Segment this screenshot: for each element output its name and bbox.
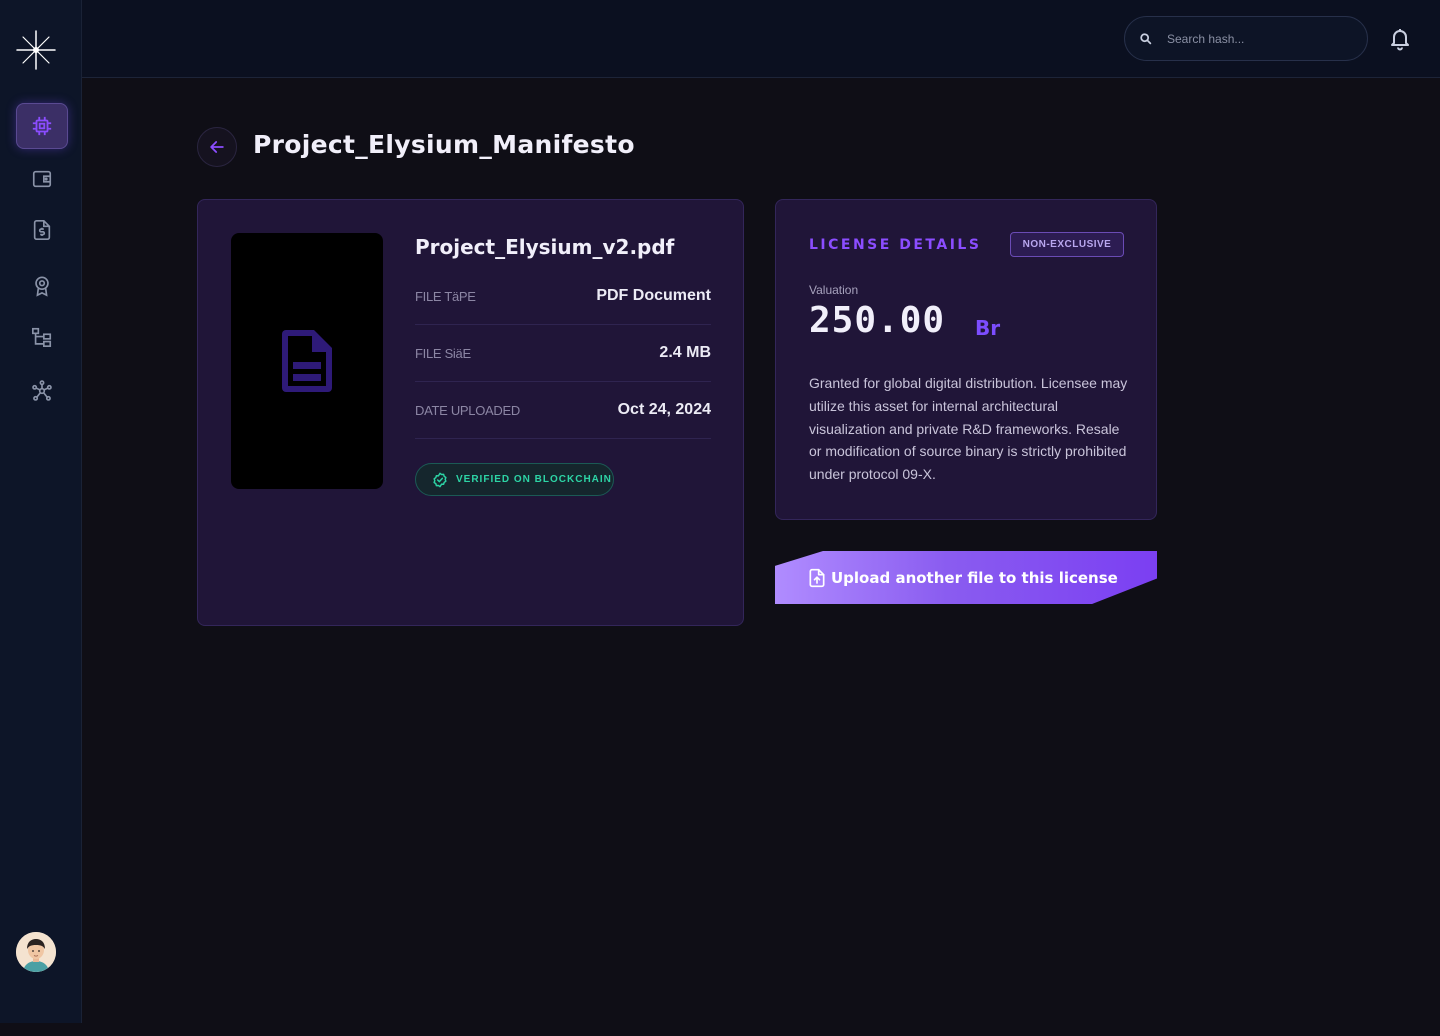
nav-item-chip[interactable] — [16, 103, 68, 149]
file-name: Project_Elysium_v2.pdf — [415, 235, 675, 259]
nav-item-wallet[interactable] — [16, 156, 68, 202]
verified-check-icon — [433, 472, 447, 487]
award-icon — [35, 276, 49, 297]
nav-item-network[interactable] — [16, 368, 68, 414]
topbar — [82, 0, 1440, 78]
file-type-label: FILE TäPE — [415, 288, 476, 304]
search-box[interactable] — [1124, 16, 1368, 61]
file-size-row: FILE SiäE 2.4 MB — [415, 325, 711, 382]
search-icon — [1140, 32, 1152, 44]
valuation-label: Valuation — [809, 283, 859, 297]
avatar[interactable] — [16, 932, 56, 972]
license-description: Granted for global digital distribution.… — [809, 375, 1128, 483]
chip-icon — [32, 116, 52, 136]
upload-file-button[interactable]: Upload another file to this license — [775, 551, 1157, 604]
date-uploaded-value: Oct 24, 2024 — [617, 401, 711, 418]
file-size-value: 2.4 MB — [659, 344, 711, 361]
upload-button-label: Upload another file to this license — [831, 568, 1118, 587]
arrow-left-icon — [210, 141, 224, 153]
hierarchy-icon — [32, 327, 52, 347]
nav-item-hierarchy[interactable] — [16, 314, 68, 360]
file-type-row: FILE TäPE PDF Document — [415, 268, 711, 325]
valuation-amount: 250.00 — [809, 300, 946, 341]
bell-icon[interactable] — [1388, 27, 1412, 51]
document-icon — [282, 330, 332, 392]
wallet-icon — [32, 170, 52, 188]
page-title: Project_Elysium_Manifesto — [253, 130, 635, 159]
date-uploaded-row: DATE UPLOADED Oct 24, 2024 — [415, 382, 711, 439]
license-type-badge: NON-EXCLUSIVE — [1010, 232, 1124, 257]
network-icon — [32, 380, 52, 401]
date-uploaded-label: DATE UPLOADED — [415, 402, 520, 418]
search-input[interactable] — [1167, 26, 1347, 51]
file-preview[interactable] — [231, 233, 383, 489]
file-upload-icon — [809, 568, 825, 587]
verified-label: VERIFIED ON BLOCKCHAIN — [456, 474, 612, 485]
nav-item-invoice[interactable] — [16, 207, 68, 253]
license-title: LICENSE DETAILS — [809, 237, 982, 253]
valuation-currency: Br — [975, 316, 1001, 340]
file-type-value: PDF Document — [596, 287, 711, 304]
sidebar — [0, 0, 82, 1023]
verified-badge: VERIFIED ON BLOCKCHAIN — [415, 463, 614, 496]
invoice-icon — [33, 220, 51, 240]
file-size-label: FILE SiäE — [415, 345, 471, 361]
logo-star-icon[interactable] — [16, 30, 56, 70]
file-card: Project_Elysium_v2.pdf FILE TäPE PDF Doc… — [197, 199, 744, 626]
nav-item-award[interactable] — [16, 263, 68, 309]
license-card: LICENSE DETAILS NON-EXCLUSIVE Valuation … — [775, 199, 1157, 520]
user-avatar-icon — [16, 932, 56, 972]
back-button[interactable] — [197, 127, 237, 167]
